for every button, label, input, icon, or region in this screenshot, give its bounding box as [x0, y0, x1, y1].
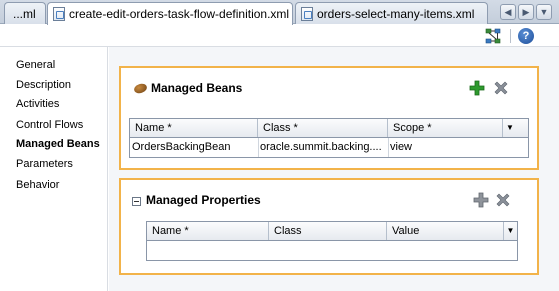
- sidebar-item-control-flows[interactable]: Control Flows: [16, 119, 83, 131]
- sidebar-item-description[interactable]: Description: [16, 79, 71, 91]
- tab-label: orders-select-many-items.xml: [317, 6, 475, 21]
- tab-list-menu-button[interactable]: ▼: [536, 4, 552, 20]
- sidebar-item-managed-beans[interactable]: Managed Beans: [16, 138, 100, 150]
- toolbar-separator: [510, 29, 511, 43]
- sidebar-item-activities[interactable]: Activities: [16, 98, 59, 110]
- add-icon[interactable]: [469, 80, 485, 96]
- scroll-tabs-left-button[interactable]: ◀: [500, 4, 516, 20]
- delete-icon[interactable]: [493, 80, 509, 96]
- bean-icon: [132, 82, 149, 95]
- managed-beans-section: Managed Beans Name * Class * Scope * ▼ O…: [119, 66, 539, 170]
- tab-create-edit-orders-task-flow[interactable]: create-edit-orders-task-flow-definition.…: [47, 2, 293, 25]
- help-button[interactable]: ?: [518, 28, 534, 44]
- chevron-down-icon: ▼: [539, 7, 549, 17]
- tab-label: ...ml: [13, 6, 36, 21]
- delete-icon[interactable]: [495, 192, 511, 208]
- column-header-class[interactable]: Class: [269, 222, 387, 240]
- column-menu-icon[interactable]: ▼: [504, 222, 517, 240]
- tab-ml-file[interactable]: ...ml: [4, 2, 46, 24]
- tab-orders-select-many-items[interactable]: orders-select-many-items.xml: [295, 2, 488, 24]
- sidebar-item-behavior[interactable]: Behavior: [16, 179, 59, 191]
- sidebar-item-parameters[interactable]: Parameters: [16, 158, 73, 170]
- column-header-name[interactable]: Name *: [147, 222, 269, 240]
- column-header-class[interactable]: Class *: [258, 119, 388, 137]
- section-title: Managed Beans: [151, 81, 243, 95]
- table-cell-name[interactable]: OrdersBackingBean: [130, 138, 257, 157]
- chevron-right-icon: ▶: [522, 6, 530, 17]
- managed-beans-panel: Managed Beans Name * Class * Scope * ▼ O…: [109, 47, 559, 291]
- column-header-scope[interactable]: Scope *: [388, 119, 503, 137]
- table-cell-class[interactable]: oracle.summit.backing....: [258, 138, 387, 157]
- overview-sidebar: General Description Activities Control F…: [0, 47, 108, 291]
- diagram-graph-icon[interactable]: [485, 28, 501, 44]
- xml-file-icon: [53, 7, 65, 21]
- add-icon[interactable]: [473, 192, 489, 208]
- tab-label: create-edit-orders-task-flow-definition.…: [69, 7, 290, 21]
- collapse-icon[interactable]: [132, 197, 141, 206]
- managed-beans-table: Name * Class * Scope * ▼ OrdersBackingBe…: [129, 118, 529, 158]
- scroll-tabs-right-button[interactable]: ▶: [518, 4, 534, 20]
- table-header: Name * Class Value ▼: [147, 222, 517, 241]
- sidebar-item-general[interactable]: General: [16, 59, 55, 71]
- column-header-name[interactable]: Name *: [130, 119, 258, 137]
- table-header: Name * Class * Scope * ▼: [130, 119, 528, 138]
- editor-tab-strip: ...ml create-edit-orders-task-flow-defin…: [0, 0, 559, 25]
- xml-file-icon: [301, 6, 313, 21]
- chevron-left-icon: ◀: [504, 6, 512, 17]
- table-cell-scope[interactable]: view: [388, 138, 518, 157]
- column-header-value[interactable]: Value: [387, 222, 504, 240]
- section-title: Managed Properties: [146, 193, 261, 207]
- managed-properties-table: Name * Class Value ▼: [146, 221, 518, 261]
- managed-properties-section: Managed Properties Name * Class Value ▼: [119, 178, 539, 275]
- help-icon: ?: [522, 30, 530, 42]
- editor-toolbar: ?: [0, 24, 559, 47]
- column-menu-icon[interactable]: ▼: [503, 119, 517, 137]
